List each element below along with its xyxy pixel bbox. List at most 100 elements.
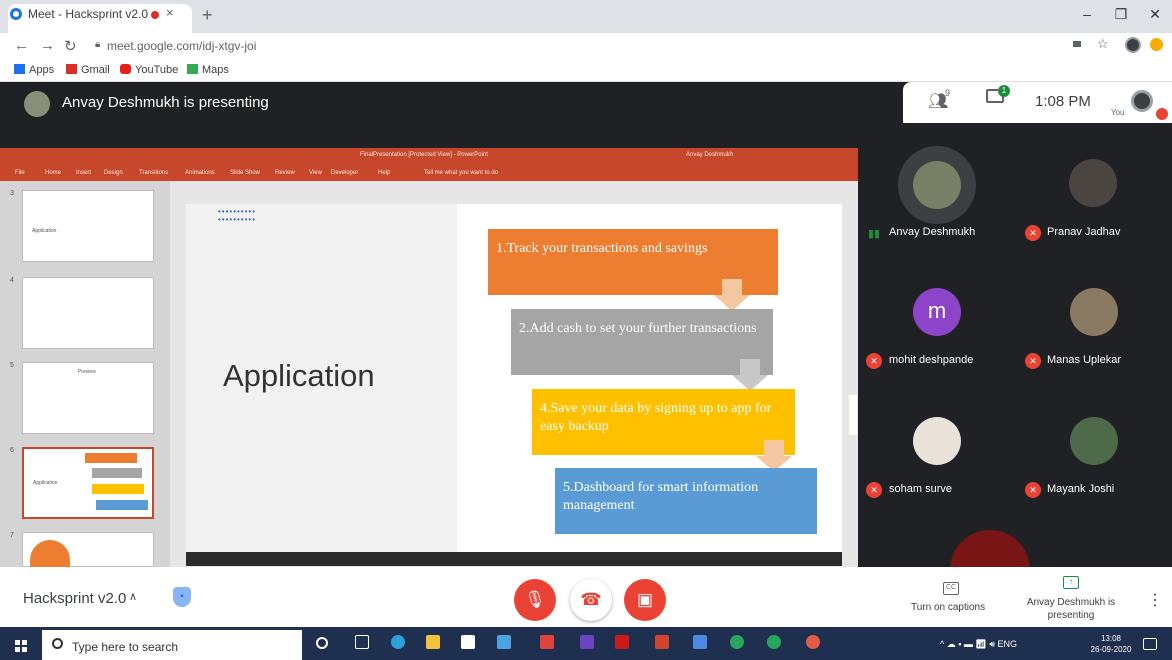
present-screen-icon[interactable]: ↑ xyxy=(1063,576,1079,589)
slide-thumbnail[interactable] xyxy=(22,190,154,262)
participant-name: Anvay Deshmukh xyxy=(889,226,976,238)
leave-call-button[interactable]: ☎︎ xyxy=(570,579,612,621)
ribbon-tab[interactable]: Review xyxy=(275,170,295,176)
bookmark-gmail[interactable]: Gmail xyxy=(66,64,110,76)
lock-icon: 🔒︎ xyxy=(95,39,101,50)
ribbon-tab[interactable]: File xyxy=(15,170,25,176)
task-view-icon[interactable] xyxy=(355,635,369,649)
store-icon[interactable] xyxy=(461,635,475,649)
tab-close-button[interactable]: × xyxy=(166,5,174,20)
thumb-text: Application xyxy=(33,480,58,486)
window-close-button[interactable]: ✕ xyxy=(1140,6,1170,23)
chrome-profile-icon[interactable] xyxy=(806,635,820,649)
cortana-icon[interactable] xyxy=(316,637,328,649)
step-box-3: 4.Save your data by signing up to app fo… xyxy=(532,389,795,455)
participant-avatar[interactable] xyxy=(1070,417,1118,465)
presenting-title: Anvay Deshmukh is presenting xyxy=(62,94,269,111)
powerpoint-icon[interactable] xyxy=(655,635,669,649)
mic-toggle-button[interactable]: 🎙︎ xyxy=(514,579,556,621)
app-icon[interactable] xyxy=(693,635,707,649)
bookmark-label: Maps xyxy=(202,64,229,76)
chevron-up-icon[interactable]: ∧ xyxy=(129,590,137,603)
ribbon-tab[interactable]: Animations xyxy=(185,170,215,176)
ribbon-tab[interactable]: Design xyxy=(104,170,123,176)
ribbon-tab[interactable]: Slide Show xyxy=(230,170,260,176)
captions-button-label[interactable]: Turn on captions xyxy=(911,602,985,613)
slide-scrollbar[interactable] xyxy=(849,395,857,435)
bookmark-label: Gmail xyxy=(81,64,110,76)
netflix-icon[interactable] xyxy=(615,635,629,649)
mic-muted-icon: ✕ xyxy=(866,353,882,369)
step-box-4: 5.Dashboard for smart information manage… xyxy=(555,468,817,534)
participant-name: Pranav Jadhav xyxy=(1047,226,1121,238)
chat-badge: 1 xyxy=(998,85,1010,97)
tell-me-box[interactable]: Tell me what you want to do xyxy=(424,170,498,176)
mic-muted-icon: ✕ xyxy=(1025,353,1041,369)
participant-avatar[interactable] xyxy=(913,161,961,209)
ribbon-tab[interactable]: Developer xyxy=(331,170,358,176)
thumb-number: 6 xyxy=(10,447,14,454)
ribbon-tab[interactable]: Insert xyxy=(76,170,91,176)
profile-avatar-icon[interactable] xyxy=(1125,37,1141,53)
captions-icon[interactable]: CC xyxy=(943,582,959,595)
camera-toggle-button[interactable]: ▣ xyxy=(624,579,666,621)
participant-avatar[interactable] xyxy=(1069,159,1117,207)
extension-icon[interactable] xyxy=(1150,38,1163,51)
participant-avatar[interactable] xyxy=(913,417,961,465)
taskbar-search-placeholder[interactable]: Type here to search xyxy=(72,640,178,654)
slide-thumbnail[interactable] xyxy=(22,277,154,349)
mail-icon[interactable] xyxy=(497,635,511,649)
language-indicator[interactable]: ENG xyxy=(998,639,1018,649)
meet-favicon-icon xyxy=(10,8,22,20)
you-label: You xyxy=(1111,108,1125,117)
windows-start-icon[interactable] xyxy=(15,640,27,652)
thumb-box xyxy=(92,484,144,494)
self-avatar[interactable] xyxy=(1131,90,1153,112)
thumb-number: 5 xyxy=(10,362,14,369)
bookmark-youtube[interactable]: YouTube xyxy=(120,64,178,76)
notifications-icon[interactable] xyxy=(1143,638,1157,650)
mic-muted-icon: ✕ xyxy=(866,482,882,498)
window-restore-button[interactable]: ❐ xyxy=(1106,6,1136,23)
participant-initial-avatar[interactable]: m xyxy=(913,288,961,336)
more-options-icon[interactable]: ⋮ xyxy=(1147,590,1163,610)
participant-avatar[interactable] xyxy=(1070,288,1118,336)
url-field[interactable]: meet.google.com/idj-xtgv-joi xyxy=(107,39,256,53)
presenter-avatar xyxy=(24,91,50,117)
camera-indicator-icon[interactable] xyxy=(1073,41,1081,47)
new-tab-button[interactable]: + xyxy=(202,5,213,26)
bookmark-maps[interactable]: Maps xyxy=(187,64,229,76)
participant-name: Manas Uplekar xyxy=(1047,354,1121,366)
participant-name: mohit deshpande xyxy=(889,354,974,366)
window-minimize-button[interactable]: – xyxy=(1072,6,1102,22)
apps-grid-icon xyxy=(14,64,25,74)
visual-studio-icon[interactable] xyxy=(580,635,594,649)
office-icon[interactable] xyxy=(540,635,554,649)
chrome-icon[interactable] xyxy=(730,635,744,649)
file-explorer-icon[interactable] xyxy=(426,635,440,649)
back-arrow-icon[interactable]: ← xyxy=(14,37,29,54)
forward-arrow-icon[interactable]: → xyxy=(40,37,55,54)
slide-footer-band xyxy=(186,552,842,566)
thumb-box xyxy=(92,468,142,478)
system-tray[interactable]: ^ ☁ ▪ ▬ 📶︎ 🔊︎ ENG xyxy=(940,639,1017,650)
chrome-icon[interactable] xyxy=(767,635,781,649)
participant-name: soham surve xyxy=(889,483,952,495)
ribbon-tab[interactable]: Transitions xyxy=(139,170,168,176)
star-icon[interactable]: ☆ xyxy=(1097,36,1109,52)
thumb-number: 3 xyxy=(10,190,14,197)
ribbon-tab[interactable]: Help xyxy=(378,170,390,176)
self-muted-mic-icon xyxy=(1156,108,1168,120)
ribbon-tab[interactable]: View xyxy=(309,170,322,176)
thumb-text: Preview xyxy=(78,369,96,375)
present-button-label[interactable]: Anvay Deshmukh is presenting xyxy=(1026,596,1116,622)
taskbar-clock[interactable]: 13:08 26-09-2020 xyxy=(1089,633,1133,655)
meeting-name[interactable]: Hacksprint v2.0 xyxy=(23,590,126,607)
ppt-user-name: Anvay Deshmukh xyxy=(686,152,734,158)
shield-lock-icon[interactable]: ▪ xyxy=(173,587,191,607)
reload-icon[interactable]: ↻ xyxy=(64,37,77,55)
bookmark-apps[interactable]: Apps xyxy=(14,64,54,76)
edge-icon[interactable] xyxy=(391,635,405,649)
speaking-indicator-icon: ▮▮ xyxy=(868,228,881,240)
ribbon-tab[interactable]: Home xyxy=(45,170,61,176)
